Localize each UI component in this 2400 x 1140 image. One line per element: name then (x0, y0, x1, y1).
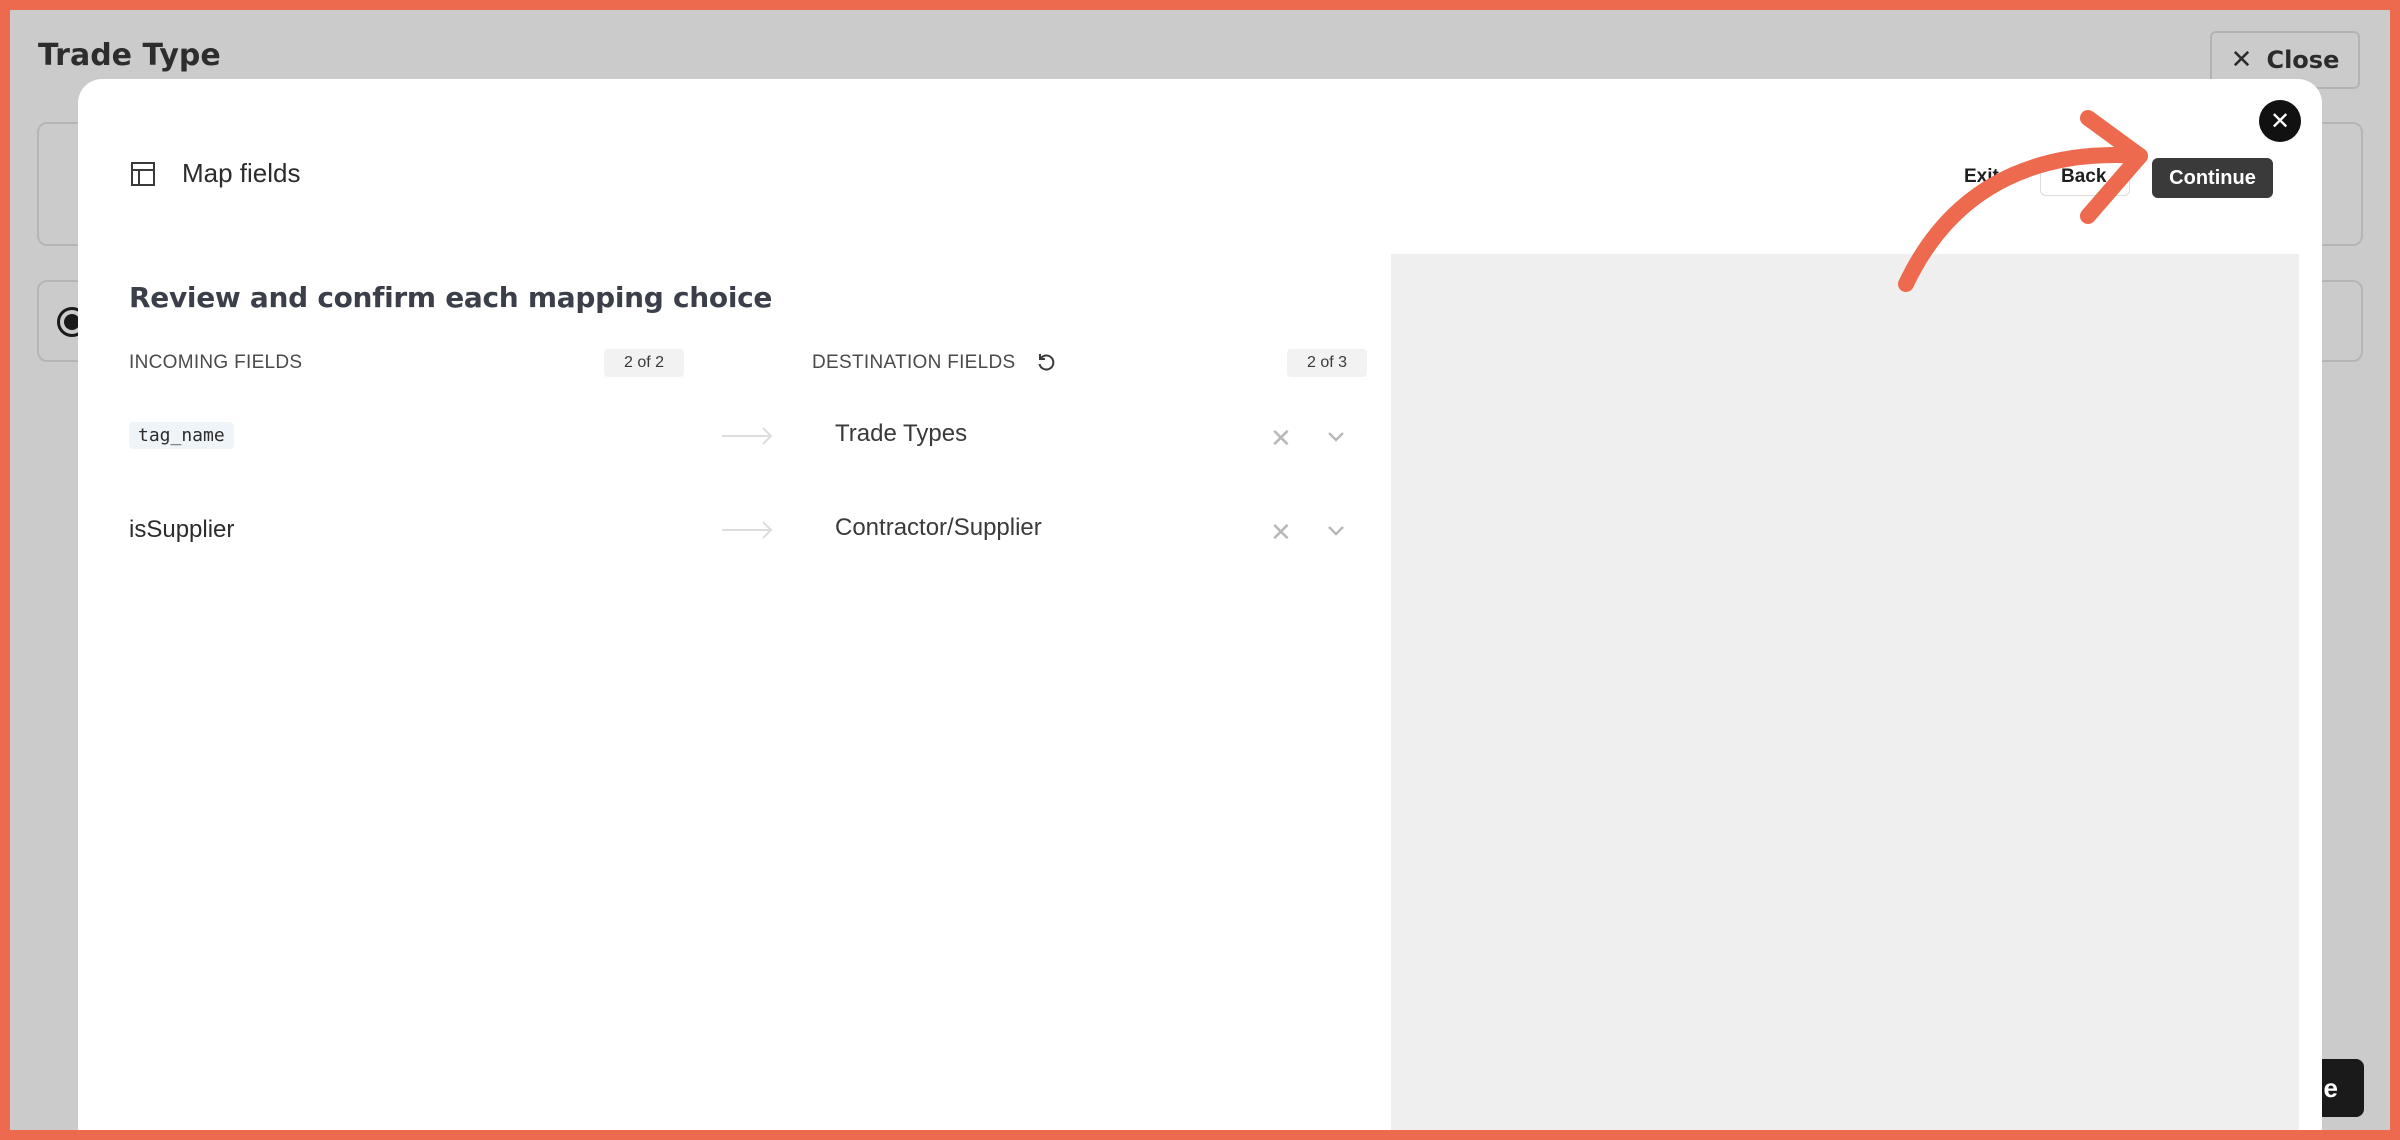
modal-title: Map fields (182, 158, 301, 188)
incoming-field: tag_name (129, 422, 234, 449)
continue-button[interactable]: Continue (2152, 158, 2273, 198)
destination-count-badge: 2 of 3 (1287, 349, 1367, 377)
clear-icon[interactable]: ✕ (1270, 517, 1292, 548)
destination-field-select[interactable]: Contractor/Supplier (835, 514, 1042, 542)
arrow-right-icon (722, 521, 773, 539)
close-icon: ✕ (2230, 45, 2253, 75)
clear-icon[interactable]: ✕ (1270, 423, 1292, 454)
modal-close-button[interactable]: ✕ (2259, 100, 2301, 142)
mapping-row: tag_name Trade Types ✕ (0, 406, 1391, 466)
reset-icon[interactable] (1036, 353, 1056, 373)
close-icon: ✕ (2269, 107, 2291, 135)
data-preview-panel (1391, 254, 2299, 1140)
modal-header: Map fields (130, 158, 301, 189)
destination-fields-header: DESTINATION FIELDS (812, 352, 1056, 374)
mapping-row: isSupplier Contractor/Supplier ✕ (0, 500, 1391, 560)
exit-button[interactable]: Exit (1964, 166, 1999, 188)
chevron-down-icon[interactable] (1324, 424, 1348, 448)
page-title: Trade Type (38, 38, 221, 73)
destination-field-select[interactable]: Trade Types (835, 420, 967, 448)
back-button[interactable]: Back (2040, 158, 2130, 196)
page-close-label: Close (2266, 46, 2340, 74)
background-save-label: e (2323, 1072, 2338, 1103)
destination-header-label: DESTINATION FIELDS (812, 352, 1016, 373)
incoming-field: isSupplier (129, 516, 235, 543)
mapping-heading: Review and confirm each mapping choice (129, 281, 773, 314)
incoming-count-badge: 2 of 2 (604, 349, 684, 377)
table-icon (131, 161, 155, 186)
arrow-right-icon (722, 427, 773, 445)
chevron-down-icon[interactable] (1324, 518, 1348, 542)
incoming-fields-header: INCOMING FIELDS (129, 352, 303, 373)
